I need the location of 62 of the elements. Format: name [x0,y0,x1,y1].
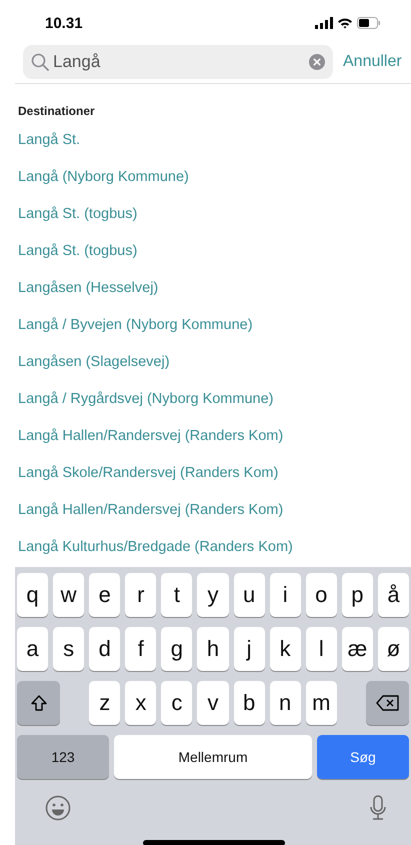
result-item[interactable]: Langå Kulturhus/Bredgade (Randers Kom) [18,529,411,566]
shift-icon [30,694,48,712]
keyboard-key[interactable]: å [378,573,409,617]
result-item[interactable]: Langåsen (Hesselvej) [18,270,411,307]
keyboard-key[interactable]: f [125,627,156,671]
keyboard-key[interactable]: z [89,681,120,725]
wifi-icon [337,17,353,29]
keyboard-key[interactable]: c [161,681,192,725]
keyboard-key[interactable]: u [234,573,265,617]
result-item[interactable]: Langå Hallen/Randersvej (Randers Kom) [18,418,411,455]
keyboard-key[interactable]: w [53,573,84,617]
delete-key[interactable] [366,681,409,725]
search-bar[interactable]: Langå [23,45,333,79]
numbers-key[interactable]: 123 [17,735,109,779]
status-time: 10.31 [45,14,83,32]
result-item[interactable]: Langå (Nyborg Kommune) [18,159,411,196]
keyboard-key[interactable]: b [234,681,265,725]
cancel-button[interactable]: Annuller [343,53,402,71]
keyboard-key[interactable]: ø [378,627,409,671]
search-input[interactable]: Langå [53,50,305,74]
space-key[interactable]: Mellemrum [114,735,312,779]
keyboard-key[interactable]: o [306,573,337,617]
keyboard-key[interactable]: q [17,573,48,617]
result-item[interactable]: Langå Skole/Randersvej (Randers Kom) [18,455,411,492]
keyboard-key[interactable]: y [197,573,229,617]
result-item[interactable]: Langå St. [18,122,411,159]
keyboard-key[interactable]: r [125,573,156,617]
keyboard-key[interactable]: h [197,627,229,671]
keyboard-key[interactable]: l [306,627,337,671]
keyboard-key[interactable]: d [89,627,120,671]
search-key[interactable]: Søg [317,735,409,779]
keyboard-key[interactable]: t [161,573,192,617]
result-item[interactable]: Langå / Rygårdsvej (Nyborg Kommune) [18,381,411,418]
result-item[interactable]: Langå Hallen/Randersvej (Randers Kom) [18,492,411,529]
keyboard-key[interactable]: m [306,681,337,725]
keyboard-key[interactable]: k [270,627,301,671]
result-item[interactable]: Langåsen (Slagelsevej) [18,344,411,381]
battery-icon [357,17,381,29]
backspace-icon [376,694,400,712]
keyboard-key[interactable]: g [161,627,192,671]
keyboard-key[interactable]: s [53,627,84,671]
keyboard-key[interactable]: p [342,573,373,617]
keyboard-key[interactable]: n [270,681,301,725]
keyboard-key[interactable]: v [197,681,229,725]
keyboard-key[interactable]: æ [342,627,373,671]
microphone-icon [369,795,387,821]
keyboard-key[interactable]: a [17,627,48,671]
keyboard-key[interactable]: i [270,573,301,617]
result-item[interactable]: Langå St. (togbus) [18,196,411,233]
result-item[interactable]: Langå St. (togbus) [18,233,411,270]
clear-icon [309,54,325,70]
shift-key[interactable] [17,681,60,725]
emoji-button[interactable] [45,795,71,821]
search-icon [31,53,49,71]
section-heading: Destinationer [17,103,96,118]
smiley-icon [45,795,71,821]
keyboard-key[interactable]: e [89,573,120,617]
result-item[interactable]: Langå / Byvejen (Nyborg Kommune) [18,307,411,344]
signal-icon [315,17,333,29]
keyboard-key[interactable]: x [125,681,156,725]
keyboard-key[interactable]: j [234,627,265,671]
dictation-button[interactable] [369,795,387,821]
